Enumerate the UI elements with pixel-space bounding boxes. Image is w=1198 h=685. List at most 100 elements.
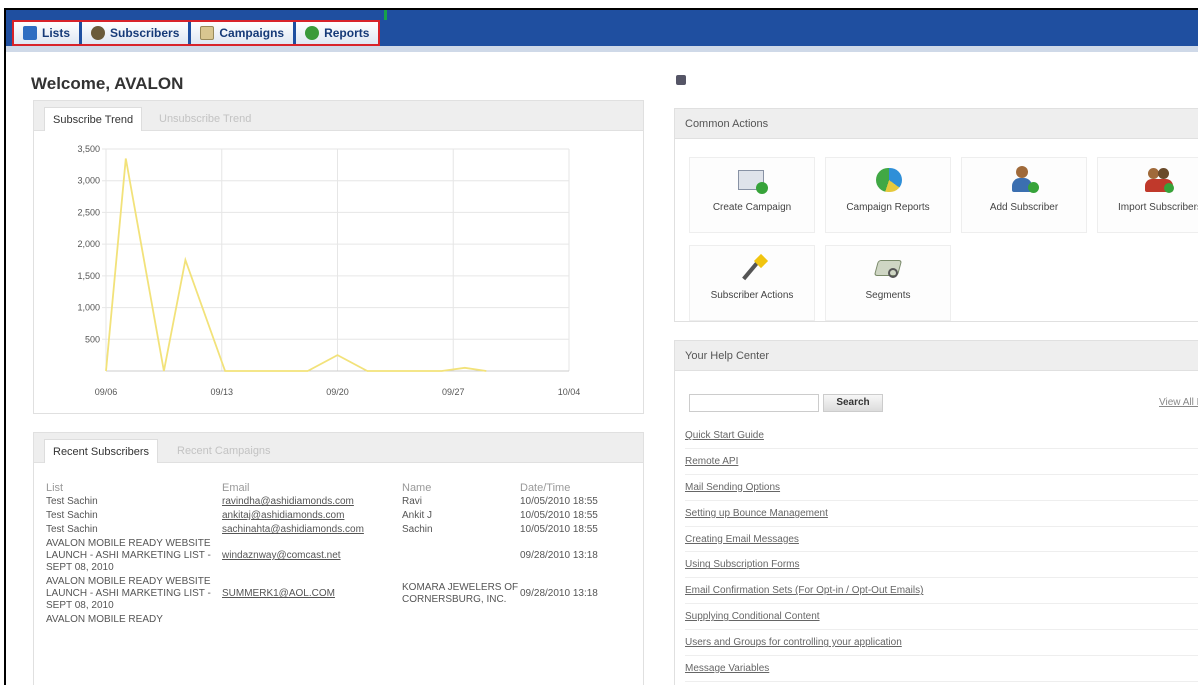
cell-email: SUMMERK1@AOL.COM — [222, 575, 402, 613]
y-tick-label: 1,000 — [77, 303, 100, 313]
x-tick-label: 09/06 — [95, 387, 118, 397]
add-subscriber-icon — [1006, 166, 1042, 196]
y-tick-label: 3,000 — [77, 176, 100, 186]
help-link-subscription-forms[interactable]: Using Subscription Forms — [685, 552, 1198, 579]
table-header: List Email Name Date/Time — [46, 481, 636, 495]
nav-tab-campaigns[interactable]: Campaigns — [191, 22, 297, 44]
reports-icon — [305, 26, 320, 40]
help-link-conditional-content[interactable]: Supplying Conditional Content — [685, 604, 1198, 631]
help-link-quick-start[interactable]: Quick Start Guide — [685, 423, 1198, 449]
cell-date: 10/05/2010 18:55 — [520, 510, 598, 521]
x-tick-label: 09/20 — [326, 387, 349, 397]
action-label: Import Subscribers — [1118, 202, 1198, 213]
help-link-message-variables[interactable]: Message Variables — [685, 656, 1198, 682]
cell-list: Test Sachin — [46, 510, 98, 521]
cell-list: AVALON MOBILE READY — [46, 614, 163, 625]
common-actions-title: Common Actions — [685, 118, 769, 130]
help-link-mail-sending[interactable]: Mail Sending Options — [685, 475, 1198, 501]
campaigns-icon — [200, 26, 215, 40]
add-subscriber-button[interactable]: Add Subscriber — [961, 157, 1087, 233]
cell-name — [402, 613, 520, 627]
y-tick-label: 3,500 — [77, 144, 100, 154]
help-link-users-groups[interactable]: Users and Groups for controlling your ap… — [685, 630, 1198, 657]
email-link[interactable]: ankitaj@ashidiamonds.com — [222, 510, 344, 521]
y-tick-label: 2,500 — [77, 207, 100, 217]
help-center-panel: Your Help Center Search View All H Quick… — [674, 340, 1198, 685]
help-link-bounce[interactable]: Setting up Bounce Management — [685, 501, 1198, 527]
table-row: AVALON MOBILE READY WEBSITE LAUNCH - ASH… — [46, 537, 636, 575]
subscribers-icon — [91, 26, 106, 40]
nav-tab-label: Subscribers — [110, 26, 180, 40]
tab-recent-campaigns[interactable]: Recent Campaigns — [169, 439, 279, 463]
email-link[interactable]: SUMMERK1@AOL.COM — [222, 588, 335, 599]
subscribe-trend-chart: 3,500 3,000 2,500 2,000 1,500 1,000 500 09/06 09… — [77, 144, 580, 397]
cell-list: AVALON MOBILE READY WEBSITE LAUNCH - ASH… — [46, 538, 211, 573]
cell-email: sachinahta@ashidiamonds.com — [222, 523, 402, 537]
email-link[interactable]: windaznway@comcast.net — [222, 550, 341, 561]
recent-tabs: Recent Subscribers Recent Campaigns — [34, 433, 643, 463]
table-row: AVALON MOBILE READY WEBSITE LAUNCH - ASH… — [46, 575, 636, 613]
subscriber-actions-button[interactable]: Subscriber Actions — [689, 245, 815, 321]
help-link-email-messages[interactable]: Creating Email Messages — [685, 527, 1198, 553]
x-tick-label: 09/27 — [442, 387, 465, 397]
trend-tabs: Subscribe Trend Unsubscribe Trend — [34, 101, 643, 131]
cell-list: Test Sachin — [46, 524, 98, 535]
main-nav: Lists Subscribers Campaigns Reports — [12, 20, 381, 46]
table-row: AVALON MOBILE READY — [46, 613, 636, 627]
import-subscribers-button[interactable]: Import Subscribers — [1097, 157, 1198, 233]
table-row: Test Sachin ankitaj@ashidiamonds.com Ank… — [46, 509, 636, 523]
nav-tab-reports[interactable]: Reports — [296, 22, 379, 44]
cell-date — [520, 613, 636, 627]
column-header-name: Name — [402, 482, 432, 494]
segments-icon — [870, 254, 906, 284]
campaign-reports-button[interactable]: Campaign Reports — [825, 157, 951, 233]
action-label: Campaign Reports — [846, 202, 930, 213]
cell-name: Ravi — [402, 496, 423, 507]
cell-email: windaznway@comcast.net — [222, 537, 402, 575]
email-link[interactable]: sachinahta@ashidiamonds.com — [222, 524, 364, 535]
trend-panel: Subscribe Trend Unsubscribe Trend 3,500 3… — [33, 100, 644, 414]
email-link[interactable]: ravindha@ashidiamonds.com — [222, 496, 354, 507]
table-row: Test Sachin sachinahta@ashidiamonds.com … — [46, 523, 636, 537]
app-frame: Lists Subscribers Campaigns Reports Welc… — [4, 8, 1198, 685]
help-center-header: Your Help Center — [675, 341, 1198, 371]
y-tick-label: 500 — [85, 334, 100, 344]
help-link-confirmation-sets[interactable]: Email Confirmation Sets (For Opt-in / Op… — [685, 578, 1198, 605]
nav-tab-subscribers[interactable]: Subscribers — [82, 22, 192, 44]
page-title: Welcome, AVALON — [31, 74, 184, 93]
action-label: Subscriber Actions — [710, 290, 794, 301]
cell-email — [222, 613, 402, 627]
y-tick-label: 2,000 — [77, 239, 100, 249]
create-campaign-icon — [734, 166, 770, 196]
tab-unsubscribe-trend[interactable]: Unsubscribe Trend — [151, 107, 259, 131]
help-center-title: Your Help Center — [685, 350, 769, 362]
action-label: Create Campaign — [712, 202, 792, 213]
view-all-link[interactable]: View All H — [1159, 397, 1198, 408]
help-search-button[interactable]: Search — [823, 394, 883, 412]
cell-email: ankitaj@ashidiamonds.com — [222, 509, 402, 523]
segments-button[interactable]: Segments — [825, 245, 951, 321]
help-link-remote-api[interactable]: Remote API — [685, 449, 1198, 475]
cell-name: Sachin — [402, 524, 433, 535]
campaign-reports-icon — [870, 166, 906, 196]
action-label: Add Subscriber — [989, 202, 1059, 213]
cell-email: ravindha@ashidiamonds.com — [222, 495, 402, 509]
tab-subscribe-trend[interactable]: Subscribe Trend — [44, 107, 143, 131]
x-tick-label: 09/13 — [210, 387, 233, 397]
settings-icon[interactable] — [676, 75, 686, 85]
recent-subscribers-table: List Email Name Date/Time Test Sachin ra… — [46, 481, 636, 627]
cell-name: KOMARA JEWELERS OF CORNERSBURG, INC. — [402, 582, 519, 605]
tab-recent-subscribers[interactable]: Recent Subscribers — [44, 439, 158, 463]
common-actions-panel: Common Actions Create Campaign Campaign … — [674, 108, 1198, 322]
cell-name — [402, 537, 520, 575]
lists-icon — [23, 26, 37, 40]
help-search-input[interactable] — [689, 394, 819, 412]
cell-name: Ankit J — [402, 510, 433, 521]
column-header-date: Date/Time — [520, 482, 571, 494]
nav-tab-label: Campaigns — [219, 26, 285, 40]
create-campaign-button[interactable]: Create Campaign — [689, 157, 815, 233]
pointer-marker — [384, 10, 387, 20]
nav-tab-lists[interactable]: Lists — [14, 22, 83, 44]
common-actions-header: Common Actions — [675, 109, 1198, 139]
cell-list: Test Sachin — [46, 496, 98, 507]
